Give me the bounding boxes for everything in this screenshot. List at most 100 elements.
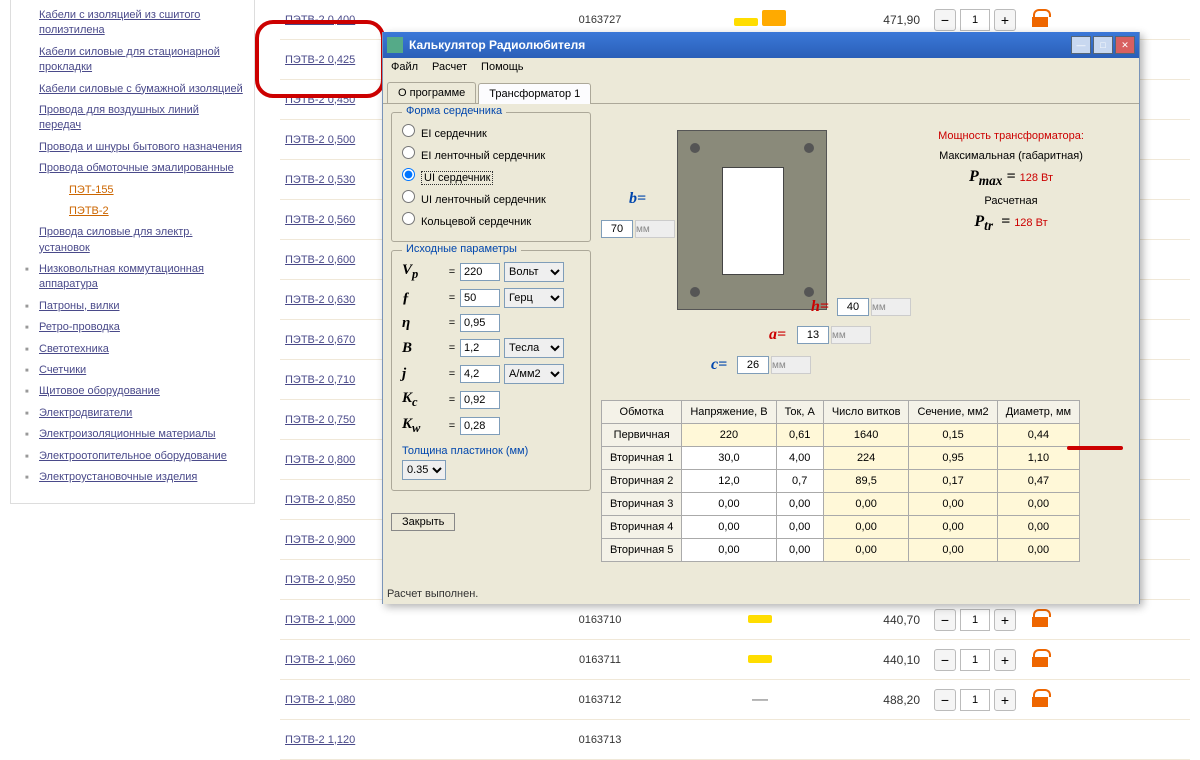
- product-link[interactable]: ПЭТВ-2 0,560: [285, 214, 355, 226]
- param-unit[interactable]: Герц: [504, 288, 564, 308]
- core-radio[interactable]: UI сердечник: [402, 165, 580, 187]
- product-link[interactable]: ПЭТВ-2 1,080: [285, 694, 355, 706]
- qty-value[interactable]: 1: [960, 689, 990, 711]
- table-cell[interactable]: 12,0: [682, 470, 776, 493]
- sidebar-item[interactable]: Щитовое оборудование: [21, 381, 244, 402]
- qty-minus[interactable]: −: [934, 689, 956, 711]
- product-row: ПЭТВ-2 1,0000163710440,70−1+: [280, 600, 1190, 640]
- table-cell[interactable]: 4,00: [776, 447, 823, 470]
- window-title: Калькулятор Радиолюбителя: [409, 38, 1071, 52]
- param-input-eta[interactable]: [460, 314, 500, 332]
- param-input-Vp[interactable]: [460, 263, 500, 281]
- sidebar-item[interactable]: Провода и шнуры бытового назначения: [21, 137, 244, 158]
- qty-plus[interactable]: +: [994, 9, 1016, 31]
- product-link[interactable]: ПЭТВ-2 0,710: [285, 374, 355, 386]
- param-input-Kw[interactable]: [460, 417, 500, 435]
- sidebar-item[interactable]: Провода обмоточные эмалированные: [21, 158, 244, 179]
- product-link[interactable]: ПЭТВ-2 0,670: [285, 334, 355, 346]
- menu-help[interactable]: Помощь: [481, 61, 524, 77]
- product-link[interactable]: ПЭТВ-2 0,750: [285, 414, 355, 426]
- sidebar-item[interactable]: Электроотопительное оборудование: [21, 446, 244, 467]
- thickness-select[interactable]: 0.35: [402, 460, 446, 480]
- product-link[interactable]: ПЭТВ-2 0,530: [285, 174, 355, 186]
- core-radio[interactable]: Кольцевой сердечник: [402, 209, 580, 231]
- dim-a-input[interactable]: [797, 326, 829, 344]
- product-link[interactable]: ПЭТВ-2 1,120: [285, 734, 355, 746]
- table-cell[interactable]: 0,00: [682, 516, 776, 539]
- sidebar-item[interactable]: Кабели с изоляцией из сшитого полиэтилен…: [21, 5, 244, 42]
- qty-plus[interactable]: +: [994, 689, 1016, 711]
- table-cell[interactable]: 0,00: [776, 539, 823, 562]
- dim-c-input[interactable]: [737, 356, 769, 374]
- param-unit[interactable]: А/мм2: [504, 364, 564, 384]
- cart-icon[interactable]: [1030, 651, 1052, 669]
- product-link[interactable]: ПЭТВ-2 0,950: [285, 574, 355, 586]
- product-link[interactable]: ПЭТВ-2 0,500: [285, 134, 355, 146]
- product-link[interactable]: ПЭТВ-2 0,450: [285, 94, 355, 106]
- table-cell[interactable]: 0,7: [776, 470, 823, 493]
- qty-plus[interactable]: +: [994, 649, 1016, 671]
- sidebar-item[interactable]: ПЭТ-155: [21, 180, 244, 201]
- product-link[interactable]: ПЭТВ-2 0,425: [285, 54, 355, 66]
- product-link[interactable]: ПЭТВ-2 0,900: [285, 534, 355, 546]
- window-titlebar[interactable]: Калькулятор Радиолюбителя — □ ✕: [383, 32, 1139, 58]
- qty-plus[interactable]: +: [994, 609, 1016, 631]
- qty-minus[interactable]: −: [934, 609, 956, 631]
- dim-h-input[interactable]: [837, 298, 869, 316]
- dim-b-input[interactable]: [601, 220, 633, 238]
- table-cell[interactable]: 30,0: [682, 447, 776, 470]
- tab-about[interactable]: О программе: [387, 82, 476, 103]
- table-cell[interactable]: 0,00: [776, 493, 823, 516]
- cart-icon[interactable]: [1030, 611, 1052, 629]
- product-link[interactable]: ПЭТВ-2 1,000: [285, 614, 355, 626]
- qty-minus[interactable]: −: [934, 649, 956, 671]
- menu-calc[interactable]: Расчет: [432, 61, 467, 77]
- param-input-j[interactable]: [460, 365, 500, 383]
- maximize-button[interactable]: □: [1093, 36, 1113, 54]
- qty-minus[interactable]: −: [934, 9, 956, 31]
- product-link[interactable]: ПЭТВ-2 0,400: [285, 14, 355, 26]
- qty-value[interactable]: 1: [960, 9, 990, 31]
- table-cell[interactable]: 0,00: [682, 539, 776, 562]
- param-symbol: B: [402, 340, 444, 357]
- close-button[interactable]: Закрыть: [391, 513, 455, 531]
- param-input-Kc[interactable]: [460, 391, 500, 409]
- core-radio[interactable]: EI сердечник: [402, 121, 580, 143]
- table-cell[interactable]: 0,00: [776, 516, 823, 539]
- product-link[interactable]: ПЭТВ-2 1,060: [285, 654, 355, 666]
- sidebar-item[interactable]: Патроны, вилки: [21, 296, 244, 317]
- sidebar-item[interactable]: Провода для воздушных линий передач: [21, 100, 244, 137]
- sidebar-item[interactable]: ПЭТВ-2: [21, 201, 244, 222]
- product-link[interactable]: ПЭТВ-2 0,630: [285, 294, 355, 306]
- product-link[interactable]: ПЭТВ-2 0,850: [285, 494, 355, 506]
- product-link[interactable]: ПЭТВ-2 0,800: [285, 454, 355, 466]
- core-radio[interactable]: EI ленточный сердечник: [402, 143, 580, 165]
- sidebar-item[interactable]: Счетчики: [21, 360, 244, 381]
- sidebar-item[interactable]: Кабели силовые для стационарной прокладк…: [21, 42, 244, 79]
- cart-icon[interactable]: [1030, 11, 1052, 29]
- sidebar-item[interactable]: Электроустановочные изделия: [21, 467, 244, 488]
- menu-file[interactable]: Файл: [391, 61, 418, 77]
- cart-icon[interactable]: [1030, 691, 1052, 709]
- table-cell[interactable]: 0,00: [682, 493, 776, 516]
- sidebar-item[interactable]: Кабели силовые с бумажной изоляцией: [21, 79, 244, 100]
- param-input-f[interactable]: [460, 289, 500, 307]
- param-unit[interactable]: Тесла: [504, 338, 564, 358]
- sidebar-item[interactable]: Ретро-проводка: [21, 317, 244, 338]
- tab-transformer1[interactable]: Трансформатор 1: [478, 83, 591, 104]
- sidebar-item[interactable]: Низковольтная коммутационная аппаратура: [21, 259, 244, 296]
- param-input-B[interactable]: [460, 339, 500, 357]
- close-window-button[interactable]: ✕: [1115, 36, 1135, 54]
- qty-value[interactable]: 1: [960, 609, 990, 631]
- qty-value[interactable]: 1: [960, 649, 990, 671]
- sidebar-item[interactable]: Светотехника: [21, 339, 244, 360]
- stock-indicator: —: [700, 691, 820, 709]
- sidebar-item[interactable]: Электродвигатели: [21, 403, 244, 424]
- sidebar-item[interactable]: Электроизоляционные материалы: [21, 424, 244, 445]
- product-link[interactable]: ПЭТВ-2 0,600: [285, 254, 355, 266]
- minimize-button[interactable]: —: [1071, 36, 1091, 54]
- param-unit[interactable]: Вольт: [504, 262, 564, 282]
- stock-indicator: [700, 10, 820, 29]
- core-radio[interactable]: UI ленточный сердечник: [402, 187, 580, 209]
- sidebar-item[interactable]: Провода силовые для электр. установок: [21, 222, 244, 259]
